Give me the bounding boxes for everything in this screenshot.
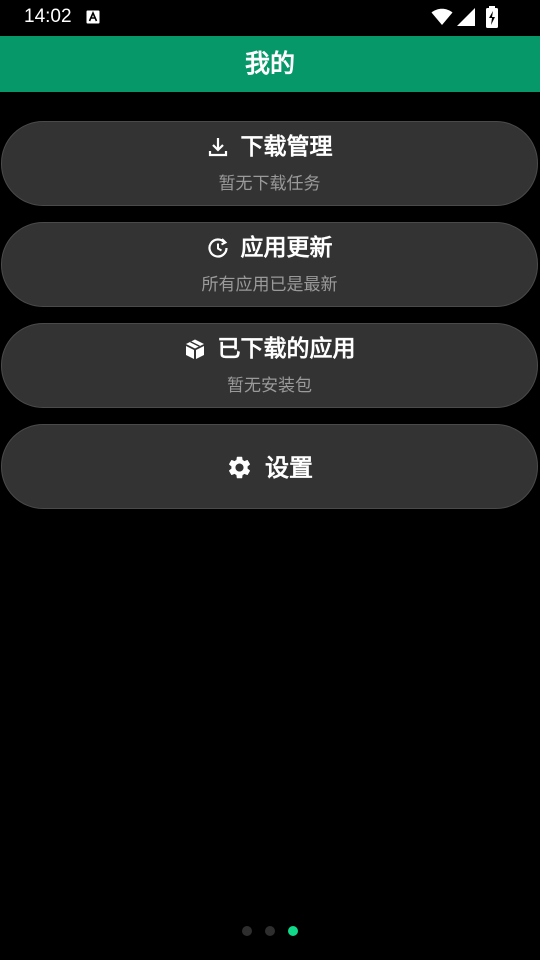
card-title: 设置	[265, 453, 313, 482]
card-title-row: 应用更新	[2, 233, 537, 263]
app-update-card[interactable]: 应用更新 所有应用已是最新	[1, 222, 538, 307]
screen: 14:02 我的 下载管理 暂无下载任务 应用更新 所有应用已是最新 已下载的应…	[0, 0, 540, 960]
card-subtitle: 所有应用已是最新	[201, 275, 338, 295]
page-dot[interactable]	[265, 926, 275, 936]
card-title-row: 设置	[2, 425, 537, 510]
page-dot-active[interactable]	[288, 926, 298, 936]
page-dot[interactable]	[242, 926, 252, 936]
card-title-row: 下载管理	[2, 132, 537, 162]
status-time: 14:02	[24, 6, 72, 27]
page-indicator	[0, 926, 540, 936]
update-history-icon	[207, 238, 228, 258]
card-subtitle: 暂无下载任务	[218, 174, 321, 194]
card-title: 应用更新	[240, 235, 333, 261]
app-bar: 我的	[0, 36, 540, 92]
card-subtitle: 暂无安装包	[227, 376, 312, 396]
download-icon	[208, 138, 227, 157]
wifi-icon	[431, 8, 453, 25]
app-title: 我的	[244, 49, 295, 78]
card-title-row: 已下载的应用	[2, 334, 537, 364]
card-title: 下载管理	[240, 134, 333, 160]
package-icon	[185, 339, 204, 359]
settings-card[interactable]: 设置	[1, 424, 538, 509]
signal-icon	[457, 8, 475, 26]
downloaded-apps-card[interactable]: 已下载的应用 暂无安装包	[1, 323, 538, 408]
gear-icon	[228, 456, 251, 479]
battery-charging-icon	[486, 6, 498, 28]
card-title: 已下载的应用	[217, 336, 356, 362]
accessibility-a-icon	[86, 10, 100, 24]
download-manager-card[interactable]: 下载管理 暂无下载任务	[1, 121, 538, 206]
status-bar: 14:02	[0, 0, 540, 36]
